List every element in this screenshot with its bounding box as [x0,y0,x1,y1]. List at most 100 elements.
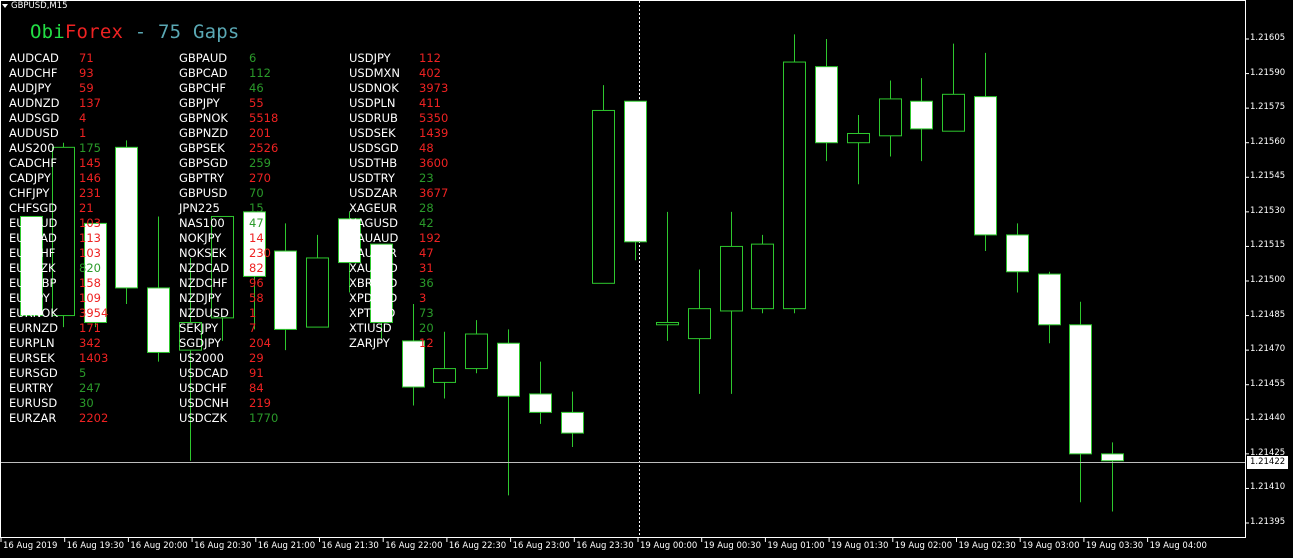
gap-list-item: USDSGD 48 [349,141,448,156]
gap-list-item: AUDNZD 137 [9,96,108,111]
gap-list-item: AUDCAD 71 [9,51,108,66]
gap-list-item: SEKJPY 7 [179,321,278,336]
x-tick-label: 19 Aug 03:30 [1085,541,1144,551]
candle-body [847,132,870,144]
gap-symbol: XAUAUD [349,231,399,245]
gap-value: 103 [79,246,101,260]
gap-symbol: GBPUSD [179,186,228,200]
gap-symbol: GBPJPY [179,96,220,110]
gap-value: 3600 [419,156,449,170]
gap-value: 12 [419,336,434,350]
gap-list-item: EURAUD 103 [9,216,108,231]
x-tick-label: 16 Aug 22:00 [385,541,443,551]
gap-symbol: USDZAR [349,186,398,200]
gap-value: 192 [419,231,441,245]
gap-value: 201 [249,126,271,140]
gap-symbol: EURCAD [9,231,57,245]
gap-value: 20 [419,321,434,335]
gap-value: 2202 [79,411,109,425]
gap-list-item: NZDCAD 82 [179,261,278,276]
gap-value: 113 [79,231,101,245]
gap-value: 342 [79,336,101,350]
gap-list-item: NOKSEK 230 [179,246,278,261]
candle-body [720,245,743,312]
gap-value: 5 [79,366,87,380]
gap-list-item: USDMXN 402 [349,66,448,81]
y-tick-label: 1.21545 [1250,171,1286,182]
candle [783,34,806,314]
gap-symbol: GBPTRY [179,171,225,185]
gap-list-item: GBPSEK 2526 [179,141,278,156]
gap-list-item: XAGEUR 28 [349,201,448,216]
candle [720,211,743,394]
gap-symbol: GBPNZD [179,126,229,140]
candle [1101,442,1124,512]
gap-symbol: JPN225 [179,201,220,215]
gap-symbol: EURGBP [9,276,57,290]
gap-list-item: GBPCAD 112 [179,66,278,81]
candle-body [910,100,933,130]
gap-list-item: GBPCHF 46 [179,81,278,96]
gap-symbol: SGDJPY [179,336,222,350]
gap-value: 103 [79,216,101,230]
candle-body [561,411,584,434]
gap-list-item: XPDUSD 3 [349,291,448,306]
y-tick-label: 1.21560 [1250,136,1286,147]
gap-list-item: GBPNZD 201 [179,126,278,141]
gap-symbol: XPTUSD [349,306,396,320]
gap-list-item: USDPLN 411 [349,96,448,111]
gap-symbol: USDNOK [349,81,399,95]
gap-symbol: EURJPY [9,291,50,305]
gap-list-item: AUDCHF 93 [9,66,108,81]
gap-value: 55 [249,96,264,110]
gap-list-item: CHFJPY 231 [9,186,108,201]
gap-list-item: XAUEUR 47 [349,246,448,261]
gap-value: 1 [249,306,257,320]
chart-window-title[interactable]: GBPUSD,M15 [2,1,68,11]
gap-symbol: GBPCHF [179,81,227,95]
indicator-title-gaps: - 75 Gaps [123,21,240,43]
y-tick-label: 1.21485 [1250,309,1286,320]
gap-value: 1403 [79,351,109,365]
current-price-label: 1.21422 [1247,456,1289,469]
candle [942,43,965,132]
gap-list-item: EURCAD 113 [9,231,108,246]
gap-value: 109 [79,291,101,305]
gap-list-item: GBPNOK 5518 [179,111,278,126]
gap-symbol: USDCZK [179,411,228,425]
gap-list-item: GBPUSD 70 [179,186,278,201]
x-tick-label: 19 Aug 02:00 [894,541,953,551]
gap-value: 402 [419,66,441,80]
x-tick-label: 16 Aug 20:30 [194,541,252,551]
gap-symbol: XBRUSD [349,276,398,290]
gap-list-item: SGDJPY 204 [179,336,278,351]
candle-body [433,368,456,383]
gap-value: 820 [79,261,101,275]
chart-symbol-timeframe: GBPUSD,M15 [11,1,68,11]
gap-list-item: EURGBP 158 [9,276,108,291]
gap-value: 3677 [419,186,449,200]
gap-list-item: GBPJPY 55 [179,96,278,111]
gap-value: 1439 [419,126,449,140]
gap-symbol: EURSGD [9,366,58,380]
gap-symbol: USDCHF [179,381,227,395]
gap-symbol: XTIUSD [349,321,392,335]
gap-value: 82 [249,261,264,275]
gap-value: 15 [249,201,264,215]
gap-symbol: EURNZD [9,321,59,335]
gap-list-item: NAS100 47 [179,216,278,231]
gap-list-item: GBPTRY 270 [179,171,278,186]
x-tick-label: 16 Aug 2019 [3,541,58,551]
gap-value: 58 [249,291,264,305]
x-tick-label: 19 Aug 01:00 [767,541,825,551]
gap-symbol: USDRUB [349,111,398,125]
gap-list-item: ZARJPY 12 [349,336,448,351]
gap-value: 46 [249,81,264,95]
gap-symbol: EURTRY [9,381,54,395]
gap-list-item: USDCHF 84 [179,381,278,396]
x-tick-label: 16 Aug 23:30 [576,541,634,551]
gap-symbol: NOKSEK [179,246,227,260]
gap-value: 91 [249,366,264,380]
gap-value: 31 [419,261,434,275]
gap-list-item: XAGUSD 42 [349,216,448,231]
